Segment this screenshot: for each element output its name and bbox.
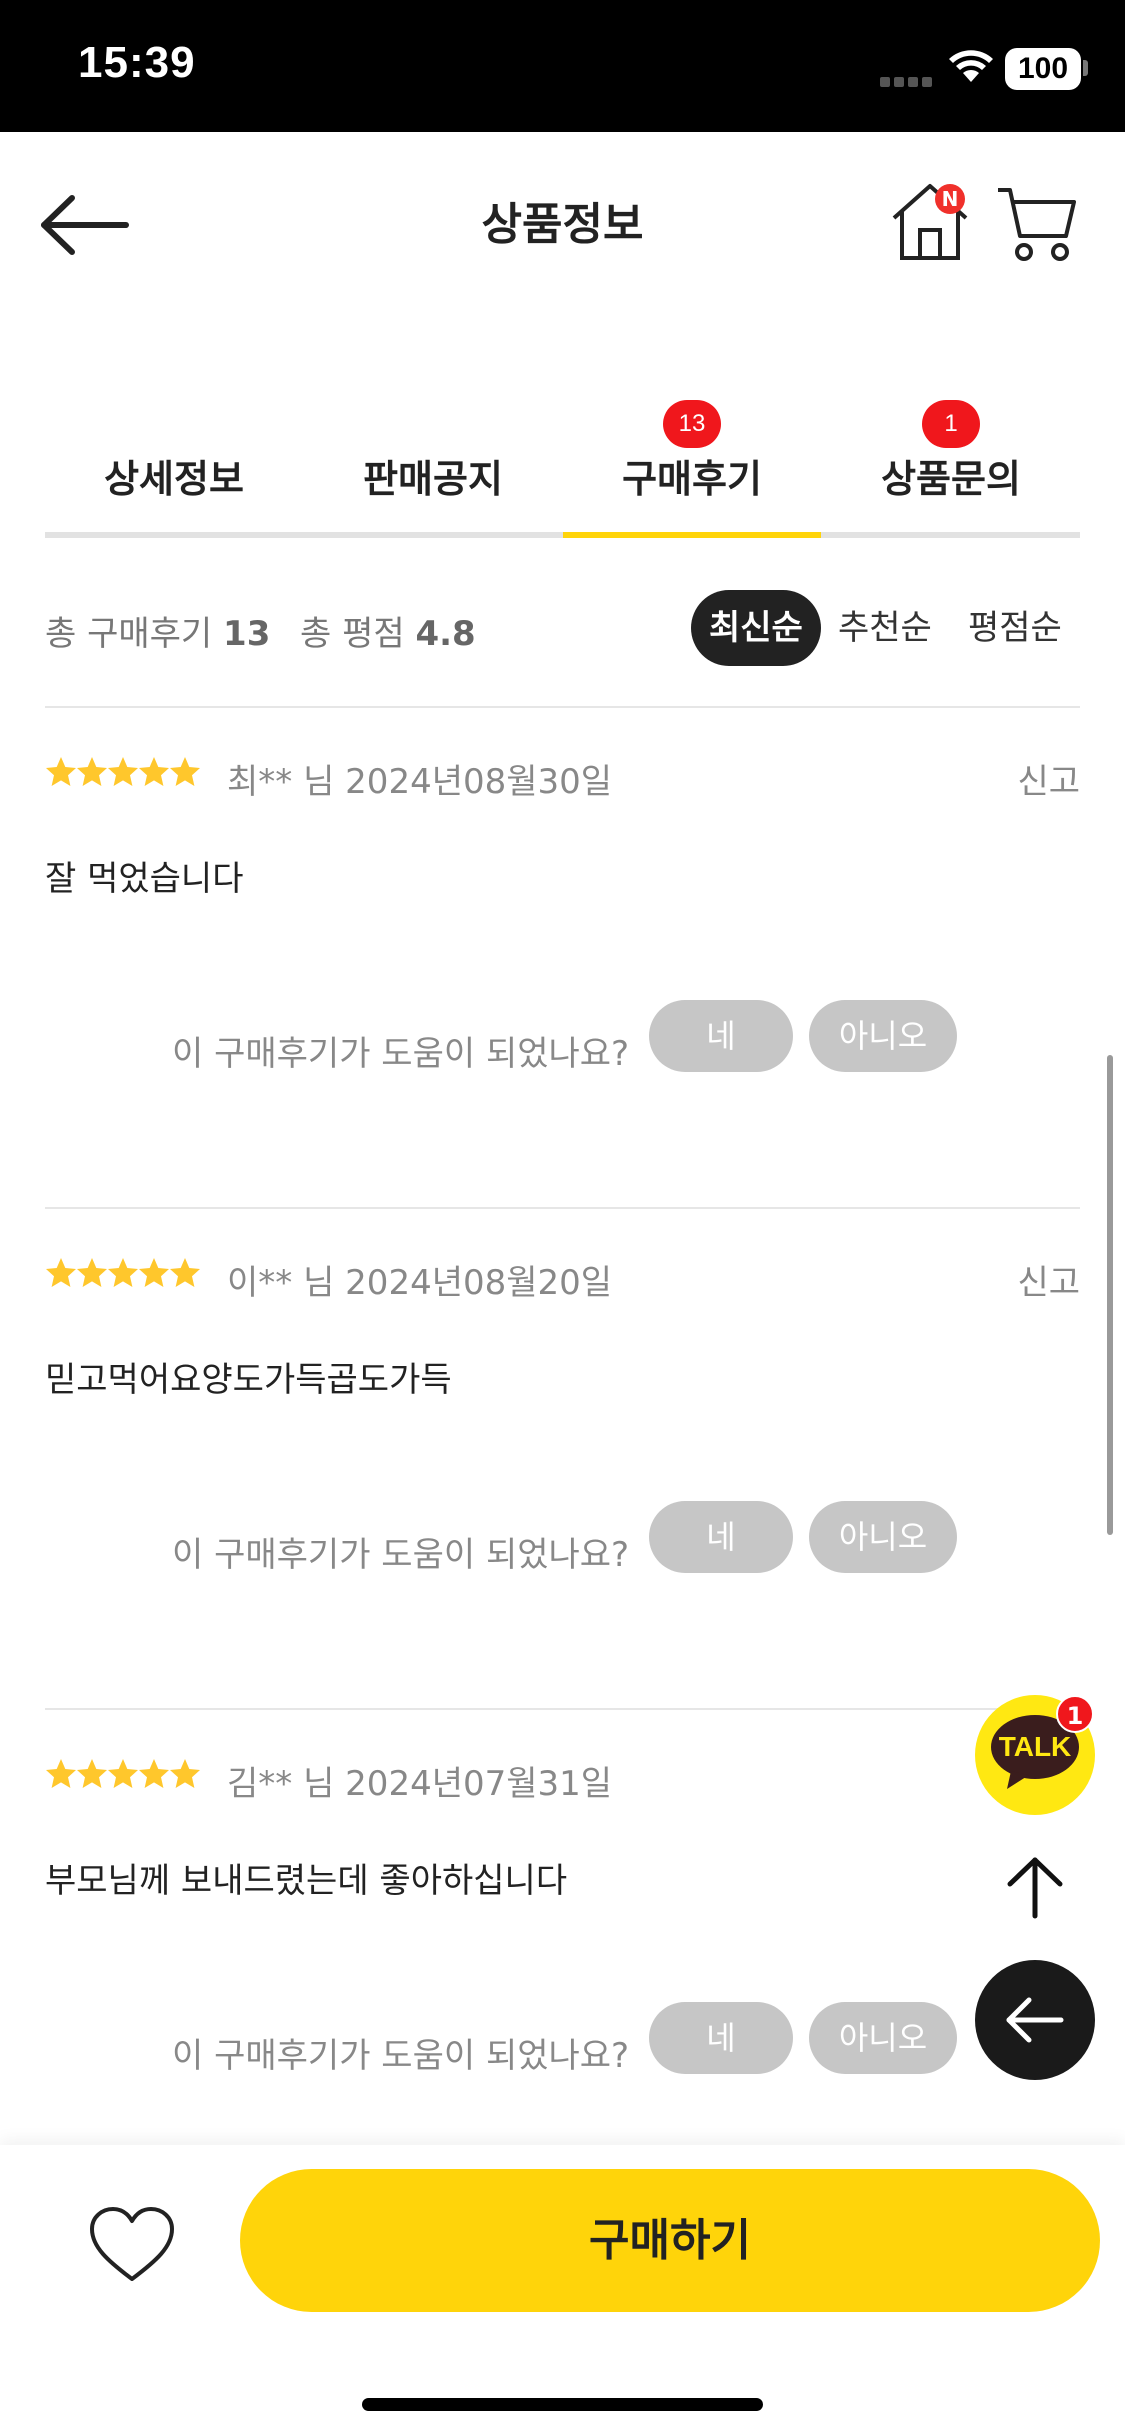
divider — [45, 1207, 1080, 1209]
helpful-yes-button[interactable]: 네 — [649, 2002, 793, 2074]
floating-back-button[interactable] — [975, 1960, 1095, 2080]
report-button[interactable]: 신고 — [1017, 1255, 1080, 1304]
star-icon — [139, 757, 169, 786]
helpful-question: 이 구매후기가 도움이 되었나요? — [172, 1034, 630, 1074]
scroll-top-arrow-icon[interactable] — [1000, 1852, 1070, 1922]
helpful-no-button[interactable]: 아니오 — [809, 2002, 957, 2074]
status-time: 15:39 — [78, 38, 196, 87]
scrollbar[interactable] — [1107, 1055, 1113, 1535]
buy-button[interactable]: 구매하기 — [240, 2169, 1100, 2312]
helpful-no-button[interactable]: 아니오 — [809, 1501, 957, 1573]
sort-rating-button[interactable]: 평점순 — [950, 590, 1080, 666]
star-rating — [45, 1758, 200, 1798]
tab-label: 상세정보 — [104, 457, 244, 501]
star-icon — [46, 1258, 76, 1287]
review-count-badge: 13 — [663, 400, 721, 448]
tab-label: 상품문의 — [881, 457, 1021, 501]
review-meta: 김** 님 2024년07월31일 — [227, 1764, 613, 1804]
star-rating — [45, 756, 200, 796]
star-icon — [108, 757, 138, 786]
helpful-no-button[interactable]: 아니오 — [809, 1000, 957, 1072]
inquiry-count-badge: 1 — [922, 400, 980, 448]
review-content: 부모님께 보내드렸는데 좋아하십니다 — [45, 1861, 568, 1901]
back-arrow-icon — [1006, 1997, 1064, 2043]
star-icon — [77, 1258, 107, 1287]
star-icon — [139, 1258, 169, 1287]
star-icon — [46, 1759, 76, 1788]
star-rating — [45, 1257, 200, 1297]
helpful-question: 이 구매후기가 도움이 되었나요? — [172, 2036, 630, 2076]
total-rating: 총 평점 4.8 — [300, 606, 476, 655]
star-icon — [108, 1759, 138, 1788]
header: 상품정보 N — [0, 132, 1125, 302]
star-icon — [108, 1258, 138, 1287]
tab-inquiry[interactable]: 1 상품문의 — [822, 400, 1080, 540]
review-content: 잘 먹었습니다 — [45, 859, 244, 899]
tab-label: 구매후기 — [622, 457, 762, 501]
cellular-signal-icon — [880, 72, 936, 87]
status-bar: 15:39 100 — [0, 0, 1125, 132]
star-icon — [170, 1258, 200, 1287]
helpful-yes-button[interactable]: 네 — [649, 1000, 793, 1072]
bottom-action-bar: 구매하기 — [0, 2145, 1125, 2436]
talk-notification-badge: 1 — [1056, 1695, 1094, 1733]
review-meta: 최** 님 2024년08월30일 — [227, 762, 613, 802]
wifi-icon — [949, 50, 993, 82]
sort-latest-button[interactable]: 최신순 — [691, 590, 821, 666]
star-icon — [139, 1759, 169, 1788]
report-button[interactable]: 신고 — [1017, 754, 1080, 803]
total-reviews-label: 총 구매후기 — [45, 614, 213, 654]
total-reviews-value: 13 — [223, 614, 271, 654]
review-item: 이** 님 2024년08월20일 신고 믿고먹어요양도가득곱도가득 이 구매후… — [45, 1257, 1080, 1757]
star-icon — [77, 1759, 107, 1788]
divider — [45, 706, 1080, 708]
tab-detail[interactable]: 상세정보 — [45, 420, 303, 540]
review-meta: 이** 님 2024년08월20일 — [227, 1263, 613, 1303]
star-icon — [77, 757, 107, 786]
tab-bar: 상세정보 판매공지 13 구매후기 1 상품문의 — [45, 400, 1080, 540]
divider — [45, 1708, 1080, 1710]
review-content: 믿고먹어요양도가득곱도가득 — [45, 1360, 452, 1400]
cart-icon[interactable] — [996, 184, 1078, 264]
tab-notice[interactable]: 판매공지 — [304, 420, 562, 540]
sort-recommended-button[interactable]: 추천순 — [820, 590, 950, 666]
star-icon — [170, 757, 200, 786]
helpful-question: 이 구매후기가 도움이 되었나요? — [172, 1535, 630, 1575]
talk-label: TALK — [998, 1731, 1072, 1762]
review-summary: 총 구매후기 13 총 평점 4.8 최신순 추천순 평점순 — [45, 590, 1080, 670]
tab-active-indicator — [563, 532, 821, 538]
review-item: 최** 님 2024년08월30일 신고 잘 먹었습니다 이 구매후기가 도움이… — [45, 756, 1080, 1256]
tab-reviews[interactable]: 13 구매후기 — [563, 400, 821, 540]
helpful-yes-button[interactable]: 네 — [649, 1501, 793, 1573]
total-rating-value: 4.8 — [415, 614, 476, 654]
star-icon — [170, 1759, 200, 1788]
total-reviews: 총 구매후기 13 — [45, 606, 270, 655]
total-rating-label: 총 평점 — [300, 614, 405, 654]
battery-tip — [1083, 60, 1088, 76]
heart-icon[interactable] — [88, 2205, 176, 2285]
home-new-badge: N — [935, 184, 965, 214]
star-icon — [46, 757, 76, 786]
battery-indicator: 100 — [1005, 48, 1081, 90]
home-indicator — [362, 2398, 763, 2411]
tab-label: 판매공지 — [363, 457, 503, 501]
